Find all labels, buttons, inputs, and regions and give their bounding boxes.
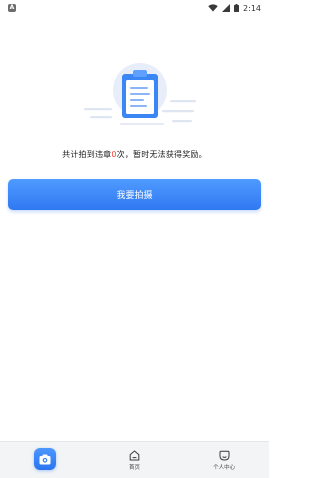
- wifi-icon: [208, 4, 218, 12]
- nav-label-home: 首页: [128, 464, 140, 471]
- signal-icon: [222, 4, 231, 12]
- take-photo-button[interactable]: 我要拍摄: [8, 179, 261, 210]
- summary-prefix: 共计拍到违章: [62, 150, 112, 159]
- violation-summary: 共计拍到违章0次，暂时无法获得奖励。: [0, 149, 269, 160]
- status-bar: A 2:14: [0, 0, 269, 16]
- nav-item-home[interactable]: 首页: [94, 442, 174, 478]
- summary-suffix: 次，暂时无法获得奖励。: [116, 150, 207, 159]
- home-icon: [129, 449, 140, 460]
- nav-item-profile[interactable]: 个人中心: [184, 442, 264, 478]
- camera-button[interactable]: [33, 448, 56, 470]
- nav-label-profile: 个人中心: [213, 464, 236, 471]
- profile-icon: [219, 450, 230, 461]
- app-screen: A 2:14 共计拍到违章0次，暂时无法获得奖励。 我要拍摄 首页 个人中心: [0, 0, 269, 478]
- clipboard-document-icon: [84, 63, 196, 125]
- app-indicator-icon: A: [8, 4, 16, 12]
- nav-item-camera[interactable]: [5, 442, 85, 478]
- camera-icon: [39, 454, 51, 464]
- battery-icon: [234, 4, 240, 12]
- status-time: 2:14: [243, 3, 261, 13]
- bottom-navigation: 首页 个人中心: [0, 441, 269, 478]
